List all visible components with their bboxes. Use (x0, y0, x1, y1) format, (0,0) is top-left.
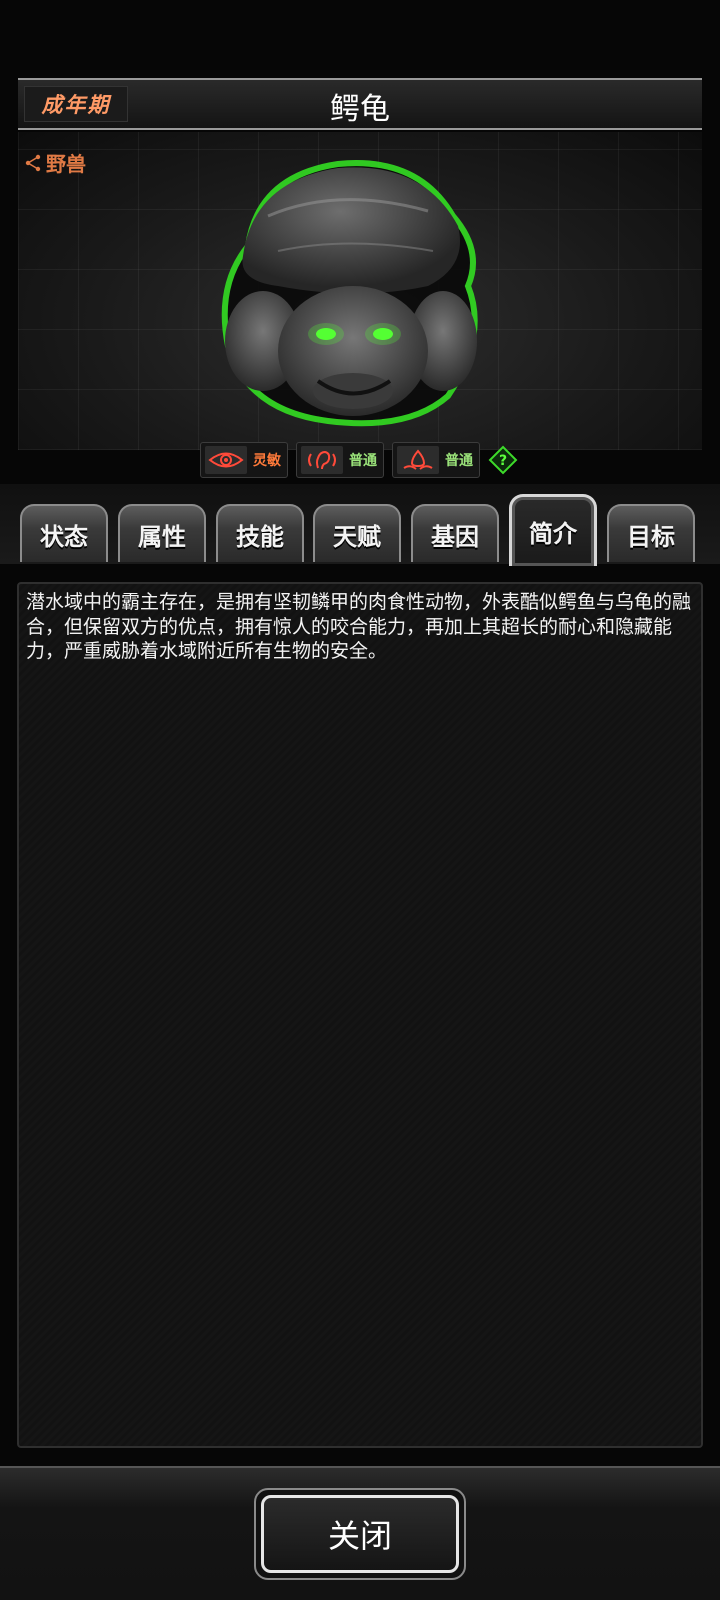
tab-genes[interactable]: 基因 (411, 504, 499, 562)
description-panel: 潜水域中的霸主存在，是拥有坚韧鳞甲的肉食性动物，外表酷似鳄鱼与乌龟的融合，但保留… (17, 582, 703, 1448)
header-bar: 成年期 鳄龟 (18, 78, 702, 130)
trait-smell-label: 普通 (445, 453, 473, 469)
trait-sight-label: 灵敏 (253, 453, 281, 469)
description-text: 潜水域中的霸主存在，是拥有坚韧鳞甲的肉食性动物，外表酷似鳄鱼与乌龟的融合，但保留… (26, 591, 692, 662)
snapping-turtle-portrait (221, 160, 478, 427)
trait-hearing[interactable]: 普通 (296, 442, 384, 478)
category-label: 野兽 (46, 152, 86, 176)
creature-info-screen: 成年期 鳄龟 野兽 灵敏 普通 普通 ? 状态 属性 技能 天赋 基因 简介 目… (0, 0, 720, 1600)
question-diamond-icon[interactable]: ? (488, 445, 518, 475)
creature-portrait-area: 野兽 (18, 132, 702, 450)
trait-sight[interactable]: 灵敏 (200, 442, 288, 478)
page-title: 鳄龟 (330, 92, 390, 127)
sense-traits: 灵敏 普通 普通 ? (200, 440, 518, 480)
tab-intro[interactable]: 简介 (509, 494, 597, 566)
tab-attributes[interactable]: 属性 (118, 504, 206, 562)
tab-goals[interactable]: 目标 (607, 504, 695, 562)
smell-icon (397, 446, 439, 474)
close-button-label: 关闭 (261, 1495, 459, 1573)
tab-talents[interactable]: 天赋 (313, 504, 401, 562)
ear-icon (301, 446, 343, 474)
tab-status[interactable]: 状态 (20, 504, 108, 562)
share-icon (25, 154, 41, 171)
category-link[interactable]: 野兽 (24, 148, 86, 177)
tab-skills[interactable]: 技能 (216, 504, 304, 562)
svg-text:?: ? (499, 453, 507, 469)
trait-smell[interactable]: 普通 (392, 442, 480, 478)
trait-hearing-label: 普通 (349, 453, 377, 469)
eye-icon (205, 446, 247, 474)
close-button[interactable]: 关闭 (254, 1488, 466, 1580)
